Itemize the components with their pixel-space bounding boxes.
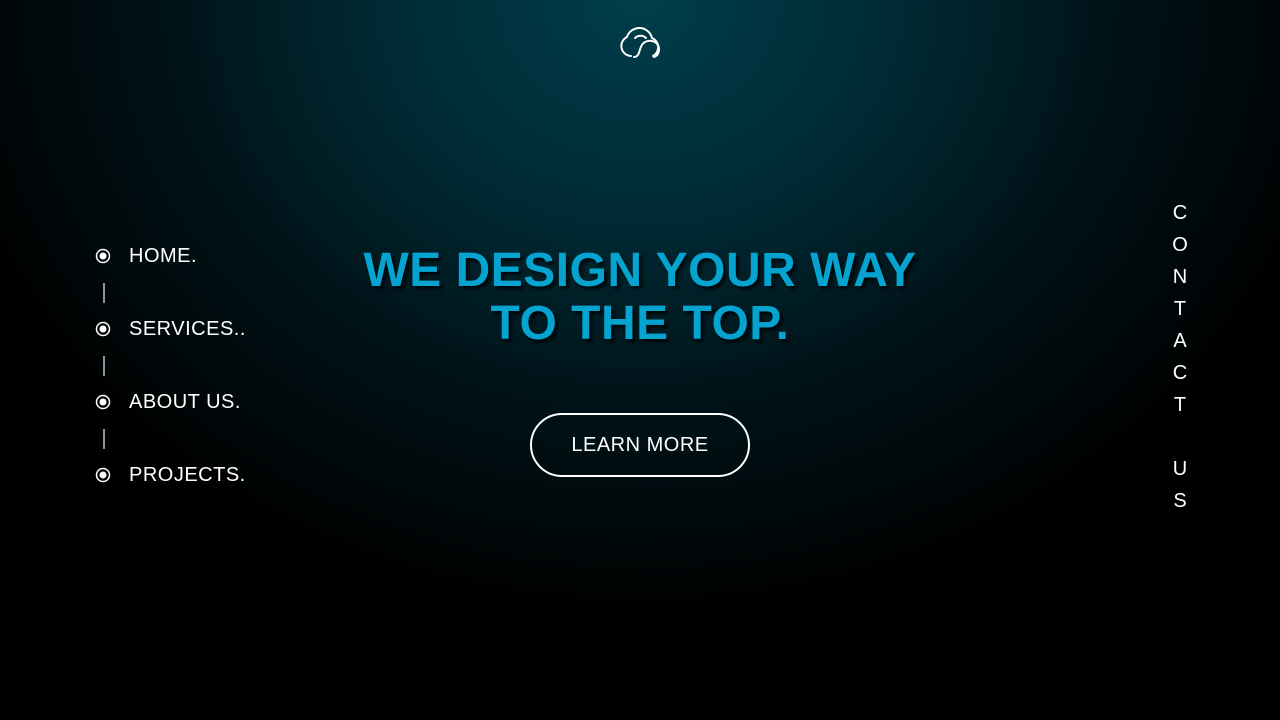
contact-letter: T bbox=[1173, 394, 1187, 416]
nav-divider bbox=[103, 429, 105, 449]
radio-dot-icon bbox=[95, 248, 111, 264]
cloud-logo-icon[interactable] bbox=[614, 16, 666, 60]
hero-headline: WE DESIGN YOUR WAY TO THE TOP. bbox=[290, 244, 990, 350]
radio-dot-icon bbox=[95, 321, 111, 337]
radio-dot-icon bbox=[95, 467, 111, 483]
hero-headline-line-2: TO THE TOP. bbox=[490, 297, 790, 350]
nav-item-about-us[interactable]: ABOUT US. bbox=[95, 388, 295, 416]
nav-item-projects[interactable]: PROJECTS. bbox=[95, 461, 295, 489]
contact-letter: A bbox=[1173, 330, 1187, 352]
nav-item-label: PROJECTS. bbox=[129, 463, 246, 486]
contact-letter: O bbox=[1172, 234, 1188, 256]
contact-letter: C bbox=[1172, 362, 1188, 384]
contact-us-link[interactable]: C O N T A C T U S bbox=[1164, 197, 1196, 517]
radio-dot-icon bbox=[95, 394, 111, 410]
nav-item-home[interactable]: HOME. bbox=[95, 242, 295, 270]
contact-letter: C bbox=[1172, 202, 1188, 224]
nav-item-label: HOME. bbox=[129, 244, 198, 267]
contact-letter: N bbox=[1172, 266, 1188, 288]
nav-divider bbox=[103, 283, 105, 303]
contact-letter: U bbox=[1172, 458, 1188, 480]
contact-letter: T bbox=[1173, 298, 1187, 320]
nav-divider bbox=[103, 356, 105, 376]
nav-item-label: ABOUT US. bbox=[129, 390, 241, 413]
side-nav: HOME. SERVICES.. ABOUT US. PROJECTS. bbox=[95, 242, 295, 489]
nav-item-label: SERVICES.. bbox=[129, 317, 246, 340]
nav-item-services[interactable]: SERVICES.. bbox=[95, 315, 295, 343]
contact-letter: S bbox=[1173, 490, 1187, 512]
hero-headline-line-1: WE DESIGN YOUR WAY bbox=[363, 244, 917, 297]
learn-more-button[interactable]: LEARN MORE bbox=[530, 413, 750, 477]
